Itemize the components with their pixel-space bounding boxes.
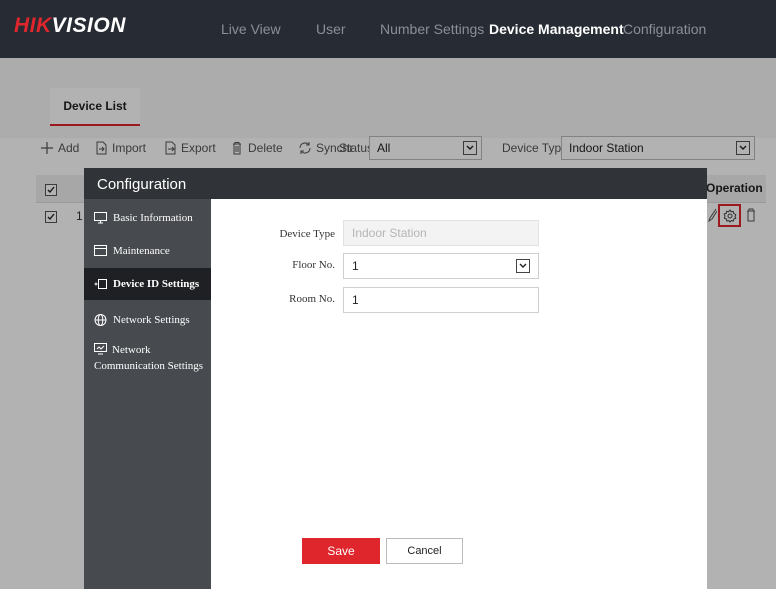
hikvision-logo: HIKVISION (14, 14, 126, 37)
sidebar-item-network-communication-settings[interactable]: Network Communication Settings (84, 342, 211, 382)
nav-device-management[interactable]: Device Management (489, 21, 624, 37)
nav-number-settings[interactable]: Number Settings (380, 21, 484, 37)
sidebar-item-label: Device ID Settings (113, 278, 200, 290)
monitor-icon (94, 212, 107, 224)
sidebar-item-label: Basic Information (113, 212, 193, 224)
sidebar-item-basic-information[interactable]: Basic Information (84, 205, 211, 231)
device-type-label: Device Type (279, 228, 335, 240)
sidebar-item-device-id-settings[interactable]: Device ID Settings (84, 268, 211, 300)
network-monitor-icon (94, 343, 107, 355)
room-no-label: Room No. (289, 293, 335, 305)
sidebar-item-wrap: Network Communication Settings (94, 342, 211, 374)
nav-user[interactable]: User (316, 21, 346, 37)
chevron-down-icon (516, 259, 530, 273)
sidebar-item-label: Network Communication Settings (94, 344, 204, 372)
floor-no-label: Floor No. (292, 259, 335, 271)
room-no-field[interactable]: 1 (343, 287, 539, 313)
floor-no-select[interactable]: 1 (343, 253, 539, 279)
sidebar-item-network-settings[interactable]: Network Settings (84, 307, 211, 333)
floor-no-value: 1 (352, 259, 359, 273)
sidebar-item-label: Network Settings (113, 314, 190, 326)
window-icon (94, 245, 107, 256)
cancel-button[interactable]: Cancel (386, 538, 463, 564)
device-type-field: Indoor Station (343, 220, 539, 246)
nav-live-view[interactable]: Live View (221, 21, 281, 37)
globe-icon (94, 314, 107, 326)
modal-title: Configuration (97, 176, 187, 193)
device-id-icon (94, 279, 107, 289)
nav-configuration[interactable]: Configuration (623, 21, 706, 37)
sidebar-item-maintenance[interactable]: Maintenance (84, 238, 211, 264)
save-button[interactable]: Save (302, 538, 380, 564)
sidebar-item-label: Maintenance (113, 245, 170, 257)
